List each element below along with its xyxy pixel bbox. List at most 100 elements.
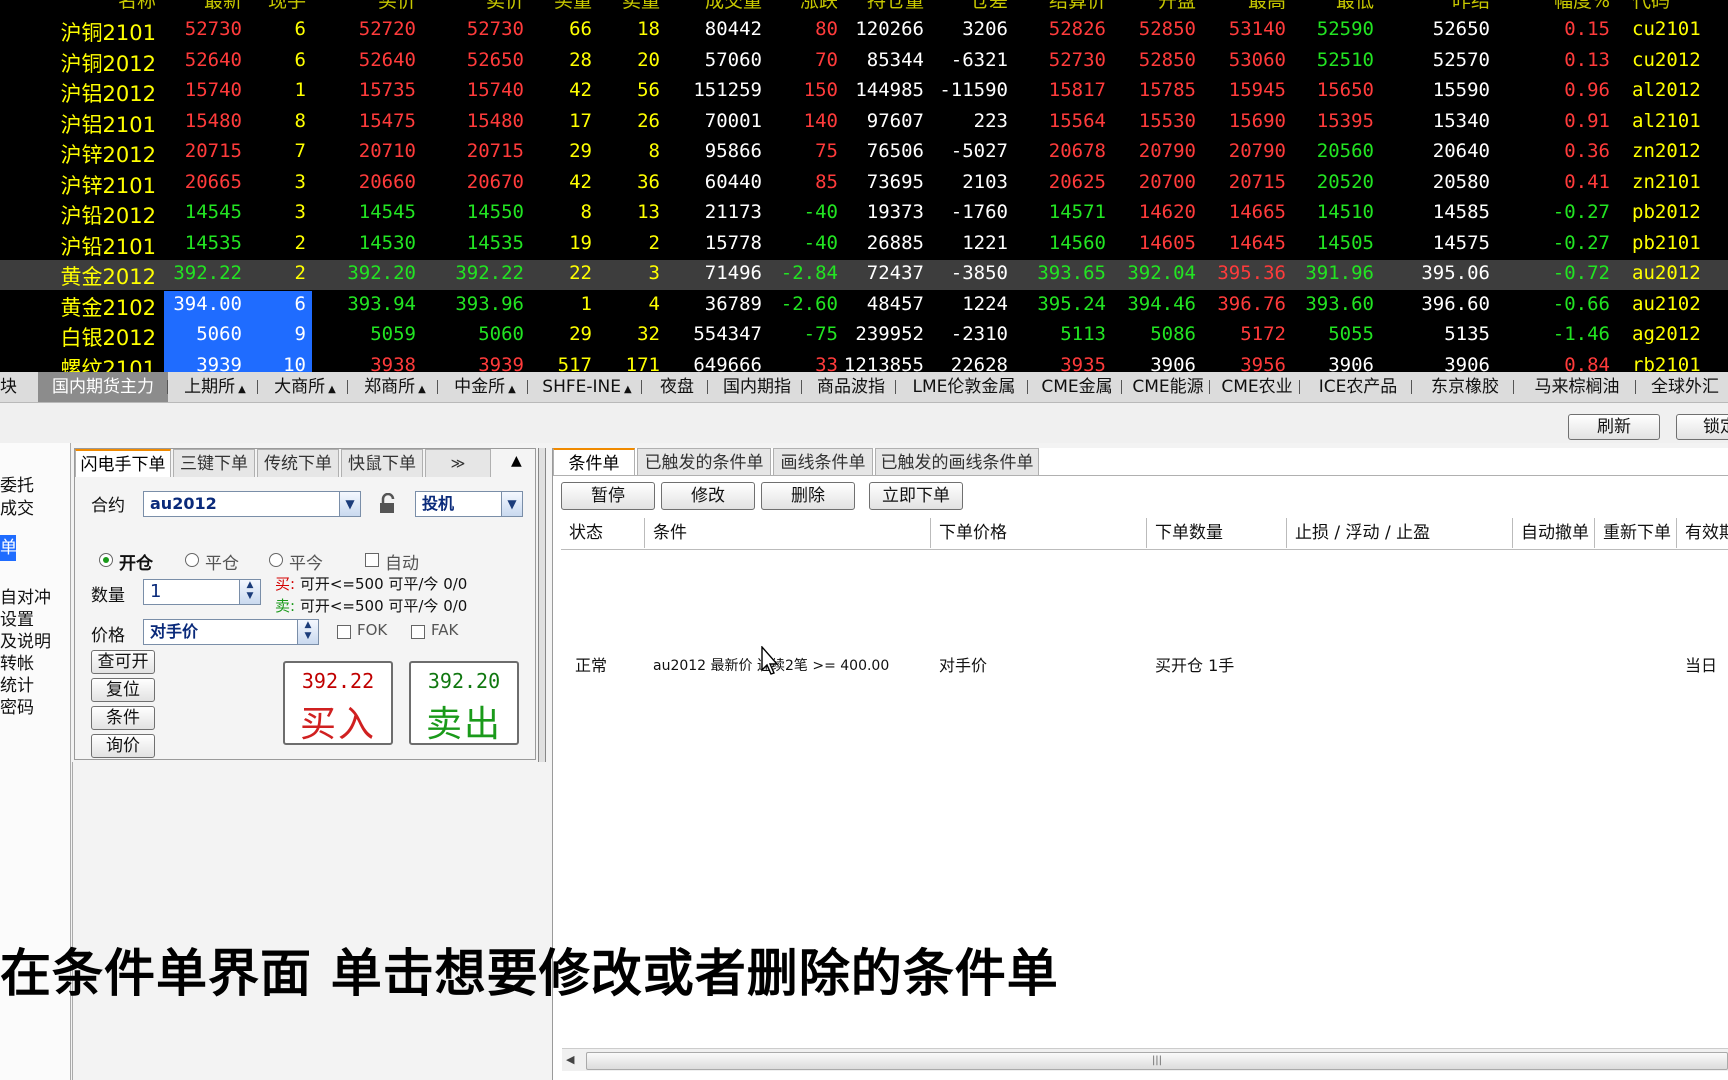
market-tab[interactable]: 块 <box>0 372 20 402</box>
fok-checkbox[interactable] <box>337 625 351 639</box>
place-now-button[interactable]: 立即下单 <box>869 482 963 510</box>
tab-three-key-order[interactable]: 三键下单 <box>173 449 255 477</box>
tab-triggered-condition-orders[interactable]: 已触发的条件单 <box>637 448 771 476</box>
nav-item-condition-order[interactable]: 单 <box>0 535 17 561</box>
column-header[interactable]: 卖量 <box>622 0 660 13</box>
market-tab[interactable]: SHFE-INE ▲ <box>532 372 642 402</box>
tab-quick-mouse-order[interactable]: 快鼠下单 <box>341 449 423 477</box>
sell-button[interactable]: 392.20 卖出 <box>409 661 519 745</box>
tab-classic-order[interactable]: 传统下单 <box>257 449 339 477</box>
market-tab[interactable]: ICE农产品 <box>1304 372 1412 402</box>
column-header[interactable]: 最新 <box>204 0 242 13</box>
chevron-down-icon[interactable]: ▼ <box>339 492 360 516</box>
nav-item-trades[interactable]: 成交 <box>0 494 34 519</box>
open-radio[interactable] <box>99 553 113 567</box>
panel-splitter[interactable] <box>538 448 546 762</box>
column-header-stoploss-takeprofit[interactable]: 止损 / 浮动 / 止盈 <box>1287 518 1513 548</box>
market-tab[interactable]: LME伦敦金属 <box>900 372 1028 402</box>
column-header[interactable]: 结算价 <box>1049 0 1106 13</box>
close-radio[interactable] <box>185 553 199 567</box>
delete-button[interactable]: 删除 <box>761 482 855 510</box>
tab-triggered-line-condition-orders[interactable]: 已触发的画线条件单 <box>875 448 1039 476</box>
spin-arrows-icon[interactable]: ▲ ▼ <box>239 580 260 604</box>
market-tab[interactable]: 东京橡胶 <box>1416 372 1514 402</box>
horizontal-scrollbar[interactable]: ◀ ||| <box>562 1048 1728 1071</box>
inquiry-button[interactable]: 询价 <box>91 734 155 758</box>
quote-row[interactable]: 沪锌2012 20715 7 20710 20715 29 8 95866 75 76506 -50… <box>0 138 1728 168</box>
pause-button[interactable]: 暂停 <box>561 482 655 510</box>
column-header[interactable]: 成交量 <box>705 0 762 13</box>
market-tab[interactable]: 中金所 ▲ <box>442 372 528 402</box>
reset-button[interactable]: 复位 <box>91 678 155 702</box>
column-header[interactable]: 开盘 <box>1158 0 1196 13</box>
column-header[interactable]: 幅度% <box>1554 0 1610 13</box>
collapse-arrow-icon[interactable]: ▲ <box>511 453 522 469</box>
column-header[interactable]: 买价 <box>378 0 416 13</box>
tab-line-condition-orders[interactable]: 画线条件单 <box>773 448 873 476</box>
column-header[interactable]: 卖价 <box>486 0 524 13</box>
column-header-order-price[interactable]: 下单价格 <box>931 518 1147 548</box>
tab-condition-orders[interactable]: 条件单 <box>553 448 635 476</box>
quote-row[interactable]: 白银2012 5060 9 5059 5060 29 32 554347 -75 239952 -2… <box>0 321 1728 352</box>
quote-row[interactable]: 螺纹2101 3939 10 3938 3939 517 171 649666 33 121385… <box>0 351 1728 372</box>
nav-item-orders[interactable]: 委托 <box>0 471 34 496</box>
market-tab[interactable]: 郑商所 ▲ <box>352 372 438 402</box>
quote-row[interactable]: 沪铝2012 15740 1 15735 15740 42 56 151259 150 14498… <box>0 77 1728 107</box>
quote-row[interactable]: 沪锌2101 20665 3 20660 20670 42 36 60440 85 73695 21… <box>0 169 1728 199</box>
market-tab[interactable]: CME农业 <box>1214 372 1300 402</box>
column-header-validity[interactable]: 有效期 <box>1677 518 1728 548</box>
tabs-overflow-chevron-icon[interactable]: ≫ <box>425 449 491 477</box>
quantity-stepper[interactable]: 1 ▲ ▼ <box>143 579 261 605</box>
market-tab[interactable]: 国内期指 <box>712 372 802 402</box>
scroll-thumb[interactable]: ||| <box>586 1052 1728 1070</box>
refresh-button[interactable]: 刷新 <box>1568 414 1660 440</box>
auto-checkbox[interactable] <box>365 553 379 567</box>
quote-row[interactable]: 沪铅2012 14545 3 14545 14550 8 13 21173 -40 19373 -1… <box>0 199 1728 229</box>
column-header[interactable]: 仓差 <box>970 0 1008 13</box>
close-today-radio[interactable] <box>269 553 283 567</box>
quote-row[interactable]: 沪铝2101 15480 8 15475 15480 17 26 70001 140 97607 2… <box>0 108 1728 138</box>
column-header[interactable]: 最高 <box>1248 0 1286 13</box>
quote-row[interactable]: 黄金2102 394.00 6 393.94 393.96 1 4 36789 -2.60 484… <box>0 290 1728 322</box>
quote-row[interactable]: 沪铜2101 52730 6 52720 52730 66 18 80442 80 120266 3… <box>0 16 1728 46</box>
market-tab[interactable]: 上期所 ▲ <box>172 372 258 402</box>
market-tab[interactable]: 国内期货主力 <box>38 372 168 402</box>
modify-button[interactable]: 修改 <box>661 482 755 510</box>
buy-button[interactable]: 392.22 买入 <box>283 661 393 745</box>
price-type-select[interactable]: 对手价 ▲ ▼ <box>143 619 319 645</box>
chevron-down-icon[interactable]: ▼ <box>501 492 522 516</box>
column-header-order-quantity[interactable]: 下单数量 <box>1147 518 1287 548</box>
column-header[interactable]: 现手 <box>268 0 306 13</box>
column-header[interactable]: 涨跌 <box>800 0 838 13</box>
fak-checkbox[interactable] <box>411 625 425 639</box>
column-header[interactable]: 最低 <box>1336 0 1374 13</box>
market-tab[interactable]: 商品波指 <box>806 372 896 402</box>
condition-button[interactable]: 条件 <box>91 706 155 730</box>
market-tab[interactable]: CME能源 <box>1126 372 1210 402</box>
spin-arrows-icon[interactable]: ▲ ▼ <box>297 620 318 644</box>
column-header-reorder[interactable]: 重新下单 <box>1595 518 1677 548</box>
hedge-type-select[interactable]: 投机 ▼ <box>415 491 523 517</box>
column-header-condition[interactable]: 条件 <box>645 518 931 548</box>
lock-button[interactable]: 锁定 <box>1676 414 1728 440</box>
scroll-left-icon[interactable]: ◀ <box>566 1053 574 1066</box>
quote-row[interactable]: 沪铜2012 52640 6 52640 52650 28 20 57060 70 85344 -6… <box>0 47 1728 77</box>
query-available-button[interactable]: 查可开 <box>91 650 155 674</box>
contract-select[interactable]: au2012 ▼ <box>143 491 361 517</box>
tab-flash-order[interactable]: 闪电手下单 <box>75 449 171 477</box>
nav-item-password[interactable]: 密码 <box>0 693 34 718</box>
column-header[interactable]: 买量 <box>554 0 592 13</box>
market-tab[interactable]: 全球外汇 <box>1640 372 1728 402</box>
column-header[interactable]: 持仓量 <box>867 0 924 13</box>
column-header-auto-cancel[interactable]: 自动撤单 <box>1513 518 1595 548</box>
table-row[interactable]: 正常 au2012 最新价 连续2笔 >= 400.00 对手价 买开仓 1手 … <box>561 550 1728 675</box>
column-header-status[interactable]: 状态 <box>561 518 645 548</box>
column-header[interactable]: 名称 <box>118 0 156 13</box>
lock-icon[interactable] <box>377 492 399 519</box>
quote-row[interactable]: 沪铅2101 14535 2 14530 14535 19 2 15778 -40 26885 12… <box>0 230 1728 260</box>
column-header[interactable]: 代码 <box>1632 0 1670 13</box>
market-tab[interactable]: CME金属 <box>1032 372 1122 402</box>
market-tab[interactable]: 夜盘 <box>646 372 708 402</box>
column-header[interactable]: 昨结 <box>1452 0 1490 13</box>
market-tab[interactable]: 马来棕榈油 <box>1518 372 1636 402</box>
